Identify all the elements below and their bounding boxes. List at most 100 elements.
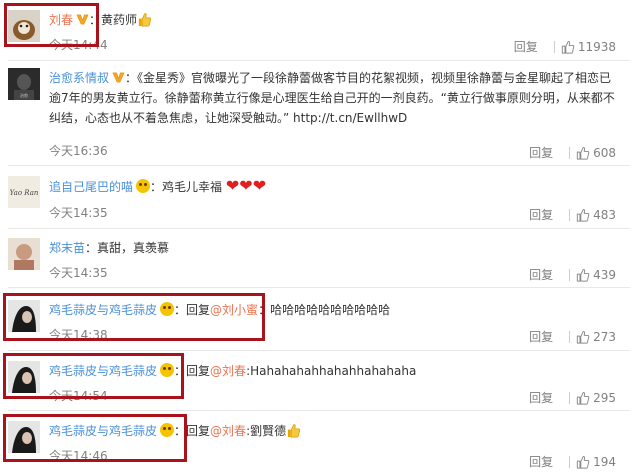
divider (569, 391, 571, 404)
divider (569, 455, 571, 468)
comment-text: 鸡毛蒜皮与鸡毛蒜皮 ：回复@刘小蜜：哈哈哈哈哈哈哈哈哈哈 (49, 302, 391, 317)
comment-actions: 回复 11938 (514, 38, 616, 55)
smiley-badge-icon (160, 423, 175, 437)
comment-actions: 回复 295 (529, 389, 616, 406)
avatar[interactable] (8, 10, 40, 42)
like-button[interactable]: 194 (576, 455, 616, 469)
mention-link[interactable]: @刘春 (210, 364, 246, 378)
thumbs-up-icon (576, 391, 590, 405)
mention-link[interactable]: @刘小蜜 (210, 303, 258, 317)
smiley-badge-icon (160, 363, 175, 377)
heart-emoji-icon: ❤ (252, 176, 267, 195)
reply-button[interactable]: 回复 (529, 453, 553, 470)
verified-badge-icon (76, 13, 89, 26)
timestamp: 今天16:36 (49, 144, 108, 158)
reply-button[interactable]: 回复 (529, 144, 553, 161)
comment-body: 劉賢德 (250, 424, 287, 438)
username[interactable]: 郑末苗 (49, 241, 85, 255)
divider (8, 287, 630, 288)
thumbs-up-emoji-icon (137, 12, 152, 27)
comment-body: 真甜，真羡慕 (97, 241, 170, 255)
comment-text: 治愈系情叔 ：《金星秀》官微曝光了一段徐静蕾做客节目的花絮视频，视频里徐静蕾与金星… (49, 71, 615, 125)
like-button[interactable]: 608 (576, 146, 616, 160)
username[interactable]: 治愈系情叔 (49, 71, 109, 85)
heart-emoji-icon: ❤ (239, 176, 253, 195)
thumbs-up-icon (561, 40, 575, 54)
comment-text: 鸡毛蒜皮与鸡毛蒜皮 ：回复@刘春:劉賢德 (49, 421, 616, 441)
divider (553, 40, 555, 53)
like-button[interactable]: 295 (576, 391, 616, 405)
svg-text:治愈: 治愈 (20, 92, 28, 98)
verified-badge-icon (112, 71, 125, 84)
like-count: 295 (593, 390, 616, 405)
smiley-badge-icon (160, 302, 175, 316)
comment-actions: 回复 439 (529, 266, 616, 283)
like-count: 194 (593, 454, 616, 469)
like-count: 439 (593, 267, 616, 282)
avatar[interactable] (8, 361, 40, 393)
avatar[interactable] (8, 421, 40, 453)
svg-text:Yao Ran: Yao Ran (10, 189, 39, 197)
reply-button[interactable]: 回复 (514, 38, 538, 55)
like-count: 273 (593, 329, 616, 344)
comment-body: 黄药师 (101, 13, 138, 27)
timestamp: 今天14:35 (49, 206, 108, 220)
reply-button[interactable]: 回复 (529, 206, 553, 223)
divider (569, 146, 571, 159)
comment-body: Hahahahahhahahhahahaha (250, 364, 417, 378)
reply-button[interactable]: 回复 (529, 389, 553, 406)
reply-button[interactable]: 回复 (529, 266, 553, 283)
like-count: 608 (593, 145, 616, 160)
thumbs-up-icon (576, 208, 590, 222)
divider (8, 410, 630, 411)
mention-link[interactable]: @刘春 (210, 424, 246, 438)
comment-actions: 回复 608 (529, 144, 616, 161)
username[interactable]: 鸡毛蒜皮与鸡毛蒜皮 (49, 303, 157, 317)
thumbs-up-icon (576, 146, 590, 160)
avatar[interactable]: 治愈 (8, 68, 40, 100)
like-count: 483 (593, 207, 616, 222)
smiley-badge-icon (136, 179, 151, 193)
timestamp: 今天14:35 (49, 266, 108, 280)
avatar[interactable]: Yao Ran (8, 176, 40, 208)
timestamp: 今天14:38 (49, 328, 108, 342)
comment-actions: 回复 483 (529, 206, 616, 223)
like-button[interactable]: 483 (576, 208, 616, 222)
username[interactable]: 鸡毛蒜皮与鸡毛蒜皮 (49, 364, 157, 378)
username[interactable]: 刘春 (49, 13, 73, 27)
timestamp: 今天14:44 (49, 38, 108, 52)
reply-button[interactable]: 回复 (529, 328, 553, 345)
divider (8, 228, 630, 229)
comment-text: 鸡毛蒜皮与鸡毛蒜皮 ：回复@刘春:Hahahahahhahahhahahaha (49, 363, 417, 378)
reply-prefix: 回复 (186, 424, 211, 438)
comment-text: 追自己尾巴的喵 ：鸡毛儿幸福 ❤❤❤ (49, 176, 267, 195)
thumbs-up-icon (576, 330, 590, 344)
username[interactable]: 鸡毛蒜皮与鸡毛蒜皮 (49, 424, 157, 438)
like-count: 11938 (577, 39, 616, 54)
like-button[interactable]: 273 (576, 330, 616, 344)
thumbs-up-emoji-icon (286, 423, 301, 438)
heart-emoji-icon: ❤ (225, 176, 240, 195)
divider (8, 350, 630, 351)
timestamp: 今天14:54 (49, 389, 108, 403)
avatar[interactable] (8, 300, 40, 332)
timestamp: 今天14:46 (49, 449, 108, 463)
comment-text: 刘春 ：黄药师 (49, 10, 616, 30)
like-button[interactable]: 439 (576, 268, 616, 282)
username[interactable]: 追自己尾巴的喵 (49, 180, 133, 194)
comment-text: 郑末苗：真甜，真羡慕 (49, 241, 170, 255)
like-button[interactable]: 11938 (561, 40, 616, 54)
divider (569, 268, 571, 281)
divider (569, 208, 571, 221)
divider (8, 60, 630, 61)
reply-prefix: 回复 (186, 303, 211, 317)
thumbs-up-icon (576, 455, 590, 469)
reply-prefix: 回复 (186, 364, 211, 378)
comment-body: 鸡毛儿幸福 (162, 180, 223, 194)
avatar[interactable] (8, 238, 40, 270)
comment-actions: 回复 194 (529, 453, 616, 470)
thumbs-up-icon (576, 268, 590, 282)
divider (569, 330, 571, 343)
comment-actions: 回复 273 (529, 328, 616, 345)
comment-body: 哈哈哈哈哈哈哈哈哈哈 (270, 303, 391, 317)
